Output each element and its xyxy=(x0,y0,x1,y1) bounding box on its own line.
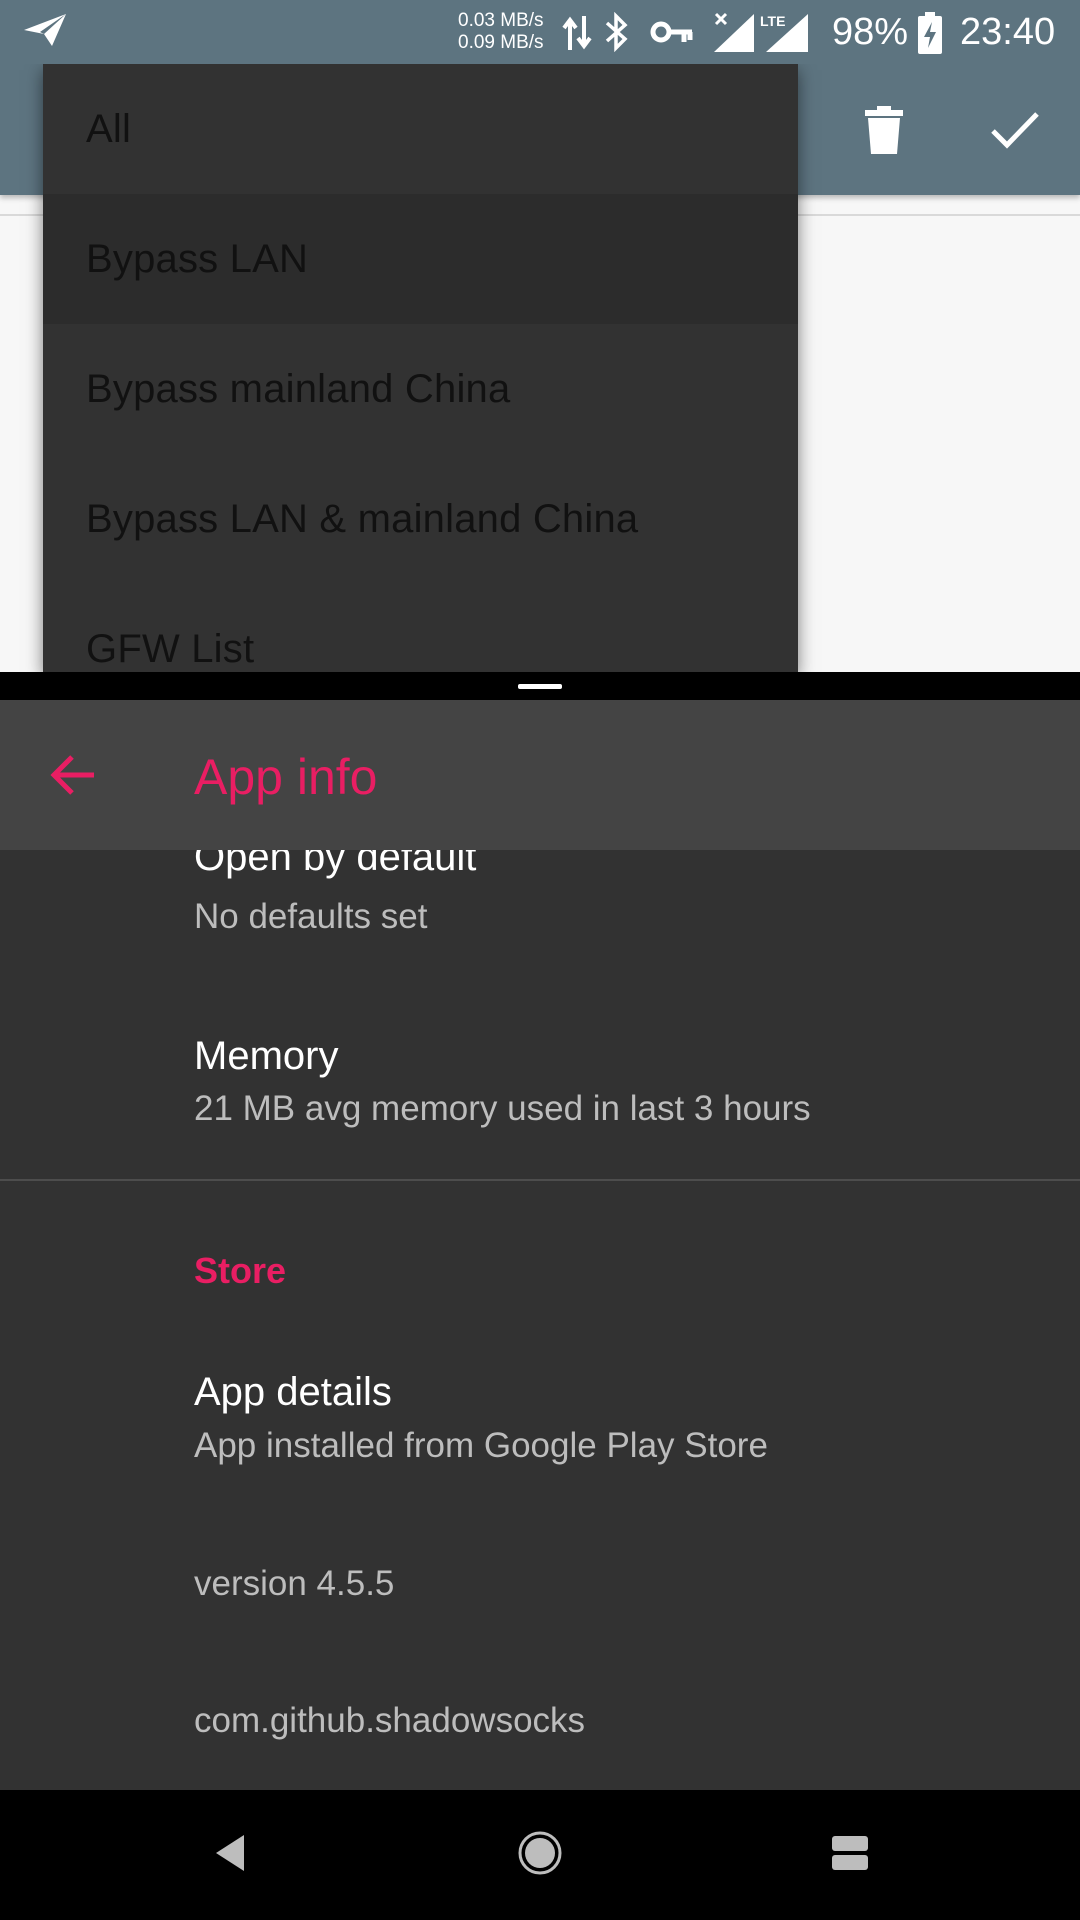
vpn-key-icon xyxy=(650,18,694,51)
dropdown-item-bypass-lan-china[interactable]: Bypass LAN & mainland China xyxy=(43,454,798,584)
nav-home-button[interactable] xyxy=(505,1820,575,1890)
network-type-label: LTE xyxy=(760,13,785,29)
pref-summary-app-details: App installed from Google Play Store xyxy=(194,1426,768,1465)
download-speed: 0.09 MB/s xyxy=(458,32,544,53)
recents-icon xyxy=(830,1834,870,1877)
back-button[interactable] xyxy=(44,745,104,805)
pref-summary-memory: 21 MB avg memory used in last 3 hours xyxy=(194,1089,811,1128)
route-dropdown-menu: All Bypass LAN Bypass mainland China Byp… xyxy=(43,64,798,672)
upload-speed: 0.03 MB/s xyxy=(458,10,544,31)
shadowsocks-icon xyxy=(22,12,68,53)
section-header-store: Store xyxy=(194,1250,287,1291)
bottom-app-window: App info Open by default No defaults set… xyxy=(0,700,1080,1790)
check-icon xyxy=(990,110,1040,155)
app-info-appbar: App info xyxy=(0,700,1080,850)
section-divider xyxy=(0,1179,1080,1181)
wifi-signal-icon xyxy=(712,12,756,59)
app-version: version 4.5.5 xyxy=(194,1564,395,1603)
battery-percent: 98% xyxy=(832,11,909,53)
nav-back-button[interactable] xyxy=(195,1820,265,1890)
confirm-button[interactable] xyxy=(985,102,1045,162)
pref-memory[interactable] xyxy=(0,990,1080,1175)
home-circle-icon xyxy=(517,1830,563,1881)
data-transfer-icon xyxy=(562,14,592,57)
trash-icon xyxy=(865,105,903,159)
network-speed: 0.03 MB/s 0.09 MB/s xyxy=(458,10,558,54)
arrow-back-icon xyxy=(44,755,104,809)
page-title: App info xyxy=(194,749,378,805)
pref-title-memory: Memory xyxy=(194,1034,339,1078)
battery-charging-icon xyxy=(918,12,942,59)
split-handle[interactable] xyxy=(518,684,562,689)
navigation-bar xyxy=(0,1790,1080,1920)
dropdown-item-bypass-china[interactable]: Bypass mainland China xyxy=(43,324,798,454)
pref-summary-open-by-default: No defaults set xyxy=(194,897,428,936)
split-screen-divider[interactable] xyxy=(0,672,1080,700)
app-package-name: com.github.shadowsocks xyxy=(194,1701,586,1740)
dropdown-item-bypass-lan[interactable]: Bypass LAN xyxy=(43,194,798,324)
pref-open-by-default[interactable] xyxy=(0,850,1080,980)
dropdown-item-all[interactable]: All xyxy=(43,64,798,194)
top-app-window: All Bypass LAN Bypass mainland China Byp… xyxy=(0,64,1080,672)
clock: 23:40 xyxy=(960,11,1056,53)
status-bar: 0.03 MB/s 0.09 MB/s LTE 98% 23:40 xyxy=(0,0,1080,64)
back-triangle-icon xyxy=(212,1833,248,1878)
nav-recents-button[interactable] xyxy=(815,1820,885,1890)
pref-title-app-details: App details xyxy=(194,1370,392,1414)
bluetooth-icon xyxy=(604,11,630,57)
dropdown-item-gfw-list[interactable]: GFW List xyxy=(43,584,798,672)
cellular-signal-icon: LTE xyxy=(760,12,810,59)
delete-button[interactable] xyxy=(854,102,914,162)
